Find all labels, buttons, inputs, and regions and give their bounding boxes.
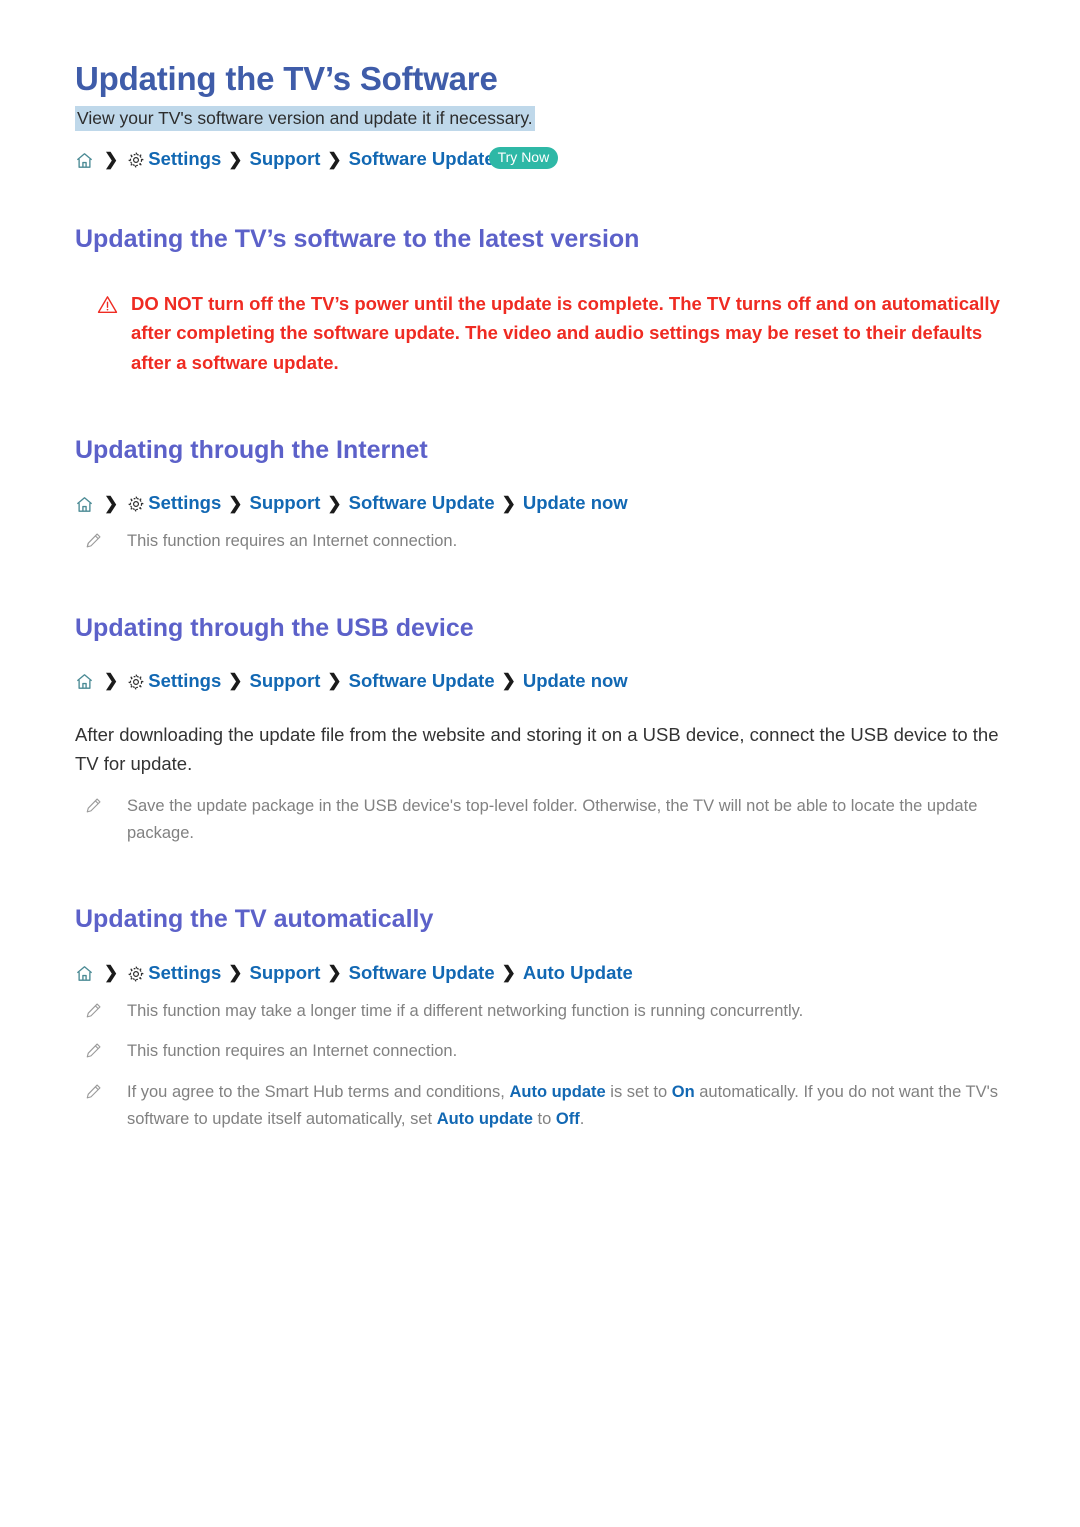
gear-icon <box>127 965 145 983</box>
breadcrumb-item-auto-update[interactable]: Auto Update <box>523 960 633 986</box>
document-page: Updating the TV’s Software View your TV'… <box>0 0 1080 1527</box>
breadcrumb-item-software-update[interactable]: Software Update <box>349 960 495 986</box>
off-keyword: Off <box>555 1109 580 1128</box>
breadcrumb-usb[interactable]: ❯ Settings ❯ Support ❯ Software Update ❯… <box>75 668 1022 694</box>
breadcrumb-item-software-update[interactable]: Software Update <box>349 146 495 172</box>
breadcrumb-item-settings[interactable]: Settings <box>148 668 221 694</box>
home-icon <box>75 964 94 983</box>
gear-icon <box>127 495 145 513</box>
note-text: This function requires an Internet conne… <box>127 532 458 550</box>
pencil-note-icon <box>85 998 105 1024</box>
warning-text: DO NOT turn off the TV’s power until the… <box>131 293 1000 373</box>
note-item: This function requires an Internet conne… <box>75 1038 1022 1065</box>
breadcrumb-item-settings[interactable]: Settings <box>148 146 221 172</box>
breadcrumb-separator: ❯ <box>104 671 119 691</box>
breadcrumb-separator: ❯ <box>104 493 119 513</box>
breadcrumb-separator: ❯ <box>501 493 516 513</box>
note-text: This function may take a longer time if … <box>127 1001 804 1020</box>
section-heading-latest-version: Updating the TV’s software to the latest… <box>75 224 640 253</box>
pencil-note-icon <box>85 1038 105 1064</box>
breadcrumb-top[interactable]: ❯ Settings ❯ Support ❯ Software Update T… <box>75 146 1022 172</box>
breadcrumb-separator: ❯ <box>228 149 243 169</box>
auto-update-keyword: Auto update <box>436 1109 533 1128</box>
page-title: Updating the TV’s Software <box>75 60 498 97</box>
section-heading-auto-update: Updating the TV automatically <box>75 905 434 934</box>
breadcrumb-separator: ❯ <box>104 149 119 169</box>
note-part: is set to <box>605 1083 672 1102</box>
breadcrumb-item-support[interactable]: Support <box>249 490 320 516</box>
breadcrumb-separator: ❯ <box>104 963 119 983</box>
note-list-usb: Save the update package in the USB devic… <box>75 793 1022 846</box>
breadcrumb-item-settings[interactable]: Settings <box>148 490 221 516</box>
gear-icon <box>127 151 145 169</box>
note-part: to <box>532 1109 556 1128</box>
breadcrumb-item-software-update[interactable]: Software Update <box>349 668 495 694</box>
pencil-note-icon <box>85 528 105 554</box>
breadcrumb-item-support[interactable]: Support <box>249 960 320 986</box>
page-subtitle-container: View your TV's software version and upda… <box>75 105 1022 132</box>
breadcrumb-item-settings[interactable]: Settings <box>148 960 221 986</box>
breadcrumb-separator: ❯ <box>327 149 342 169</box>
breadcrumb-item-update-now[interactable]: Update now <box>523 668 628 694</box>
breadcrumb-separator: ❯ <box>228 671 243 691</box>
note-item: This function may take a longer time if … <box>75 998 1022 1025</box>
auto-update-keyword: Auto update <box>509 1083 606 1102</box>
breadcrumb-item-software-update[interactable]: Software Update <box>349 490 495 516</box>
usb-instruction-paragraph: After downloading the update file from t… <box>75 723 999 775</box>
home-icon <box>75 672 94 691</box>
note-part: . <box>579 1109 585 1128</box>
on-keyword: On <box>671 1083 695 1102</box>
note-list-auto: This function may take a longer time if … <box>75 998 1022 1133</box>
page-subtitle: View your TV's software version and upda… <box>75 105 535 131</box>
breadcrumb-item-support[interactable]: Support <box>249 668 320 694</box>
breadcrumb-separator: ❯ <box>228 963 243 983</box>
pencil-note-icon <box>85 793 105 819</box>
home-icon <box>75 151 94 170</box>
breadcrumb-auto[interactable]: ❯ Settings ❯ Support ❯ Software Update ❯… <box>75 960 1022 986</box>
note-item: If you agree to the Smart Hub terms and … <box>75 1079 1022 1132</box>
breadcrumb-separator: ❯ <box>327 493 342 513</box>
home-icon <box>75 495 94 514</box>
note-list-internet: This function requires an Internet conne… <box>75 528 1022 555</box>
note-part: If you agree to the Smart Hub terms and … <box>127 1083 510 1102</box>
breadcrumb-separator: ❯ <box>501 963 516 983</box>
note-item: Save the update package in the USB devic… <box>75 793 1022 846</box>
note-text-auto-update: If you agree to the Smart Hub terms and … <box>127 1079 1007 1132</box>
try-now-badge[interactable]: Try Now <box>488 147 559 169</box>
note-item: This function requires an Internet conne… <box>75 528 1022 555</box>
section-heading-usb: Updating through the USB device <box>75 613 474 642</box>
breadcrumb-separator: ❯ <box>327 963 342 983</box>
breadcrumb-item-update-now[interactable]: Update now <box>523 490 628 516</box>
warning-triangle-icon <box>97 289 119 319</box>
section-heading-internet: Updating through the Internet <box>75 435 428 464</box>
note-text: Save the update package in the USB devic… <box>127 797 978 842</box>
breadcrumb-internet[interactable]: ❯ Settings ❯ Support ❯ Software Update ❯… <box>75 490 1022 516</box>
note-text: This function requires an Internet conne… <box>127 1042 458 1061</box>
gear-icon <box>127 673 145 691</box>
warning-block: DO NOT turn off the TV’s power until the… <box>97 289 1022 377</box>
breadcrumb-item-support[interactable]: Support <box>249 146 320 172</box>
breadcrumb-separator: ❯ <box>501 671 516 691</box>
breadcrumb-separator: ❯ <box>228 493 243 513</box>
pencil-note-icon <box>85 1079 105 1105</box>
breadcrumb-separator: ❯ <box>327 671 342 691</box>
